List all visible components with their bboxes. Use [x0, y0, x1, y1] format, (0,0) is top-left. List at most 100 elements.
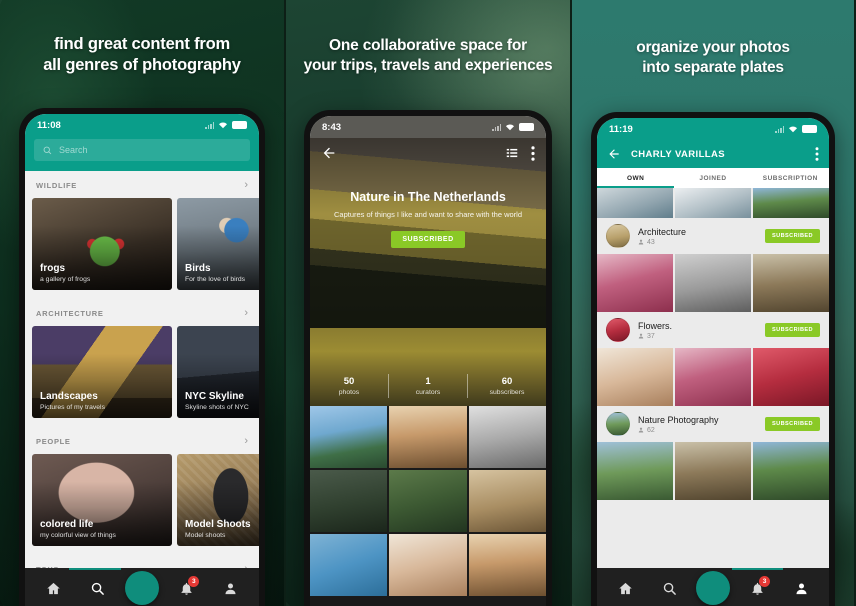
status-bar: 11:08 [25, 114, 259, 136]
back-arrow-icon[interactable] [321, 145, 337, 161]
plate-row[interactable]: Architecture 43 SUBSCRIBED [597, 218, 829, 254]
stat-value: 60 [501, 376, 513, 387]
card-row-architecture: Landscapes Pictures of my travels NYC Sk… [25, 326, 259, 427]
section-header-wildlife[interactable]: WILDLIFE › [25, 171, 259, 198]
bottom-navigation: 3 [25, 568, 259, 606]
signal-icon [205, 122, 214, 129]
nav-notifications-button[interactable]: 3 [169, 568, 203, 606]
photo-thumbnail[interactable] [310, 534, 388, 596]
tab-bar: OWN JOINED SUBSCRIPTION [597, 168, 829, 188]
photo-thumbnail[interactable] [468, 406, 546, 468]
battery-icon [232, 121, 247, 129]
nav-search-button[interactable] [81, 568, 115, 606]
hero-image: Nature in The Netherlands Captures of th… [310, 138, 546, 328]
nav-profile-button[interactable] [784, 568, 818, 606]
fab-circle [124, 571, 159, 605]
photo-thumbnail[interactable] [597, 442, 673, 500]
card-title: Landscapes [40, 391, 98, 402]
subscribe-button[interactable]: SUBSCRIBED [391, 231, 465, 248]
plate-stats: 50 photos 1 curators 60 subscribers [310, 374, 546, 398]
phone-mockup-1: 11:08 Search WILDLIFE › frogs a gallery … [19, 108, 265, 606]
list-view-icon[interactable] [505, 146, 519, 160]
notification-badge: 3 [188, 576, 200, 587]
plate-preview-grid[interactable] [597, 348, 829, 406]
card-subtitle: For the love of birds [185, 276, 246, 283]
headline-line-1: One collaborative space for [329, 37, 527, 54]
back-arrow-icon[interactable] [607, 147, 621, 161]
plate-row[interactable]: Nature Photography 62 SUBSCRIBED [597, 406, 829, 442]
gallery-card[interactable]: frogs a gallery of frogs [32, 198, 172, 290]
nav-profile-button[interactable] [214, 568, 248, 606]
gallery-card[interactable]: NYC Skyline Skyline shots of NYC [177, 326, 259, 418]
search-input[interactable]: Search [34, 139, 250, 161]
more-vertical-icon[interactable] [531, 145, 535, 161]
follower-count-value: 43 [647, 238, 655, 246]
photo-thumbnail[interactable] [310, 470, 388, 532]
photo-thumbnail[interactable] [675, 254, 751, 312]
browse-list[interactable]: WILDLIFE › frogs a gallery of frogs Bird… [25, 171, 259, 568]
plate-preview-grid[interactable] [597, 254, 829, 312]
chevron-right-icon[interactable]: › [244, 436, 248, 447]
section-header-architecture[interactable]: ARCHITECTURE › [25, 299, 259, 326]
photo-thumbnail[interactable] [675, 442, 751, 500]
subscribed-button[interactable]: SUBSCRIBED [765, 229, 820, 243]
plates-list[interactable]: Architecture 43 SUBSCRIBED Flowers. 37 S… [597, 188, 829, 568]
wifi-icon [788, 125, 798, 133]
gallery-card[interactable]: colored life my colorful view of things [32, 454, 172, 546]
photo-thumbnail[interactable] [597, 348, 673, 406]
photo-thumbnail[interactable] [675, 348, 751, 406]
avatar [606, 224, 630, 248]
plate-preview-grid[interactable] [597, 188, 829, 218]
plate-preview-grid[interactable] [597, 442, 829, 500]
section-header-people[interactable]: PEOPLE › [25, 427, 259, 454]
photo-thumbnail[interactable] [753, 442, 829, 500]
page-title: CHARLY VARILLAS [631, 148, 725, 160]
photo-thumbnail[interactable] [675, 188, 751, 218]
photo-grid[interactable] [310, 406, 546, 606]
tab-active-indicator [597, 186, 675, 188]
status-time: 11:08 [37, 119, 61, 131]
tab-joined[interactable]: JOINED [674, 168, 751, 188]
chevron-right-icon[interactable]: › [244, 308, 248, 319]
photo-thumbnail[interactable] [389, 534, 467, 596]
plate-name: Architecture [638, 226, 687, 237]
photo-thumbnail[interactable] [753, 188, 829, 218]
card-subtitle: Pictures of my travels [40, 404, 105, 411]
panel-3-headline: organize your photos into separate plate… [572, 38, 854, 77]
section-header-toys[interactable]: TOYS › [25, 555, 259, 568]
plate-title: Nature in The Netherlands [350, 190, 506, 204]
gallery-card[interactable]: Model Shoots Model shoots [177, 454, 259, 546]
gallery-card[interactable]: Landscapes Pictures of my travels [32, 326, 172, 418]
status-bar: 8:43 [310, 116, 546, 138]
tab-own[interactable]: OWN [597, 168, 674, 188]
tab-subscription[interactable]: SUBSCRIPTION [752, 168, 829, 188]
gallery-card[interactable]: Birds For the love of birds [177, 198, 259, 290]
wifi-icon [505, 123, 515, 131]
card-title: colored life [40, 519, 94, 530]
nav-search-button[interactable] [652, 568, 686, 606]
nav-create-fab[interactable] [124, 568, 159, 606]
photo-thumbnail[interactable] [310, 406, 388, 468]
person-icon [225, 583, 236, 594]
stat-label: subscribers [489, 389, 525, 396]
subscribed-button[interactable]: SUBSCRIBED [765, 417, 820, 431]
more-vertical-icon[interactable] [815, 147, 819, 161]
photo-thumbnail[interactable] [597, 254, 673, 312]
photo-thumbnail[interactable] [753, 348, 829, 406]
photo-thumbnail[interactable] [468, 470, 546, 532]
photo-thumbnail[interactable] [753, 254, 829, 312]
chevron-right-icon[interactable]: › [244, 180, 248, 191]
photo-thumbnail[interactable] [468, 534, 546, 596]
nav-notifications-button[interactable]: 3 [740, 568, 774, 606]
photo-thumbnail[interactable] [597, 188, 673, 218]
plate-row[interactable]: Flowers. 37 SUBSCRIBED [597, 312, 829, 348]
photo-thumbnail[interactable] [389, 406, 467, 468]
nav-home-button[interactable] [36, 568, 70, 606]
nav-home-button[interactable] [608, 568, 642, 606]
headline-line-1: organize your photos [636, 39, 790, 56]
promo-panel-1: find great content from all genres of ph… [0, 0, 284, 606]
nav-create-fab[interactable] [696, 568, 730, 606]
plate-meta: Flowers. 37 [638, 321, 757, 340]
photo-thumbnail[interactable] [389, 470, 467, 532]
subscribed-button[interactable]: SUBSCRIBED [765, 323, 820, 337]
